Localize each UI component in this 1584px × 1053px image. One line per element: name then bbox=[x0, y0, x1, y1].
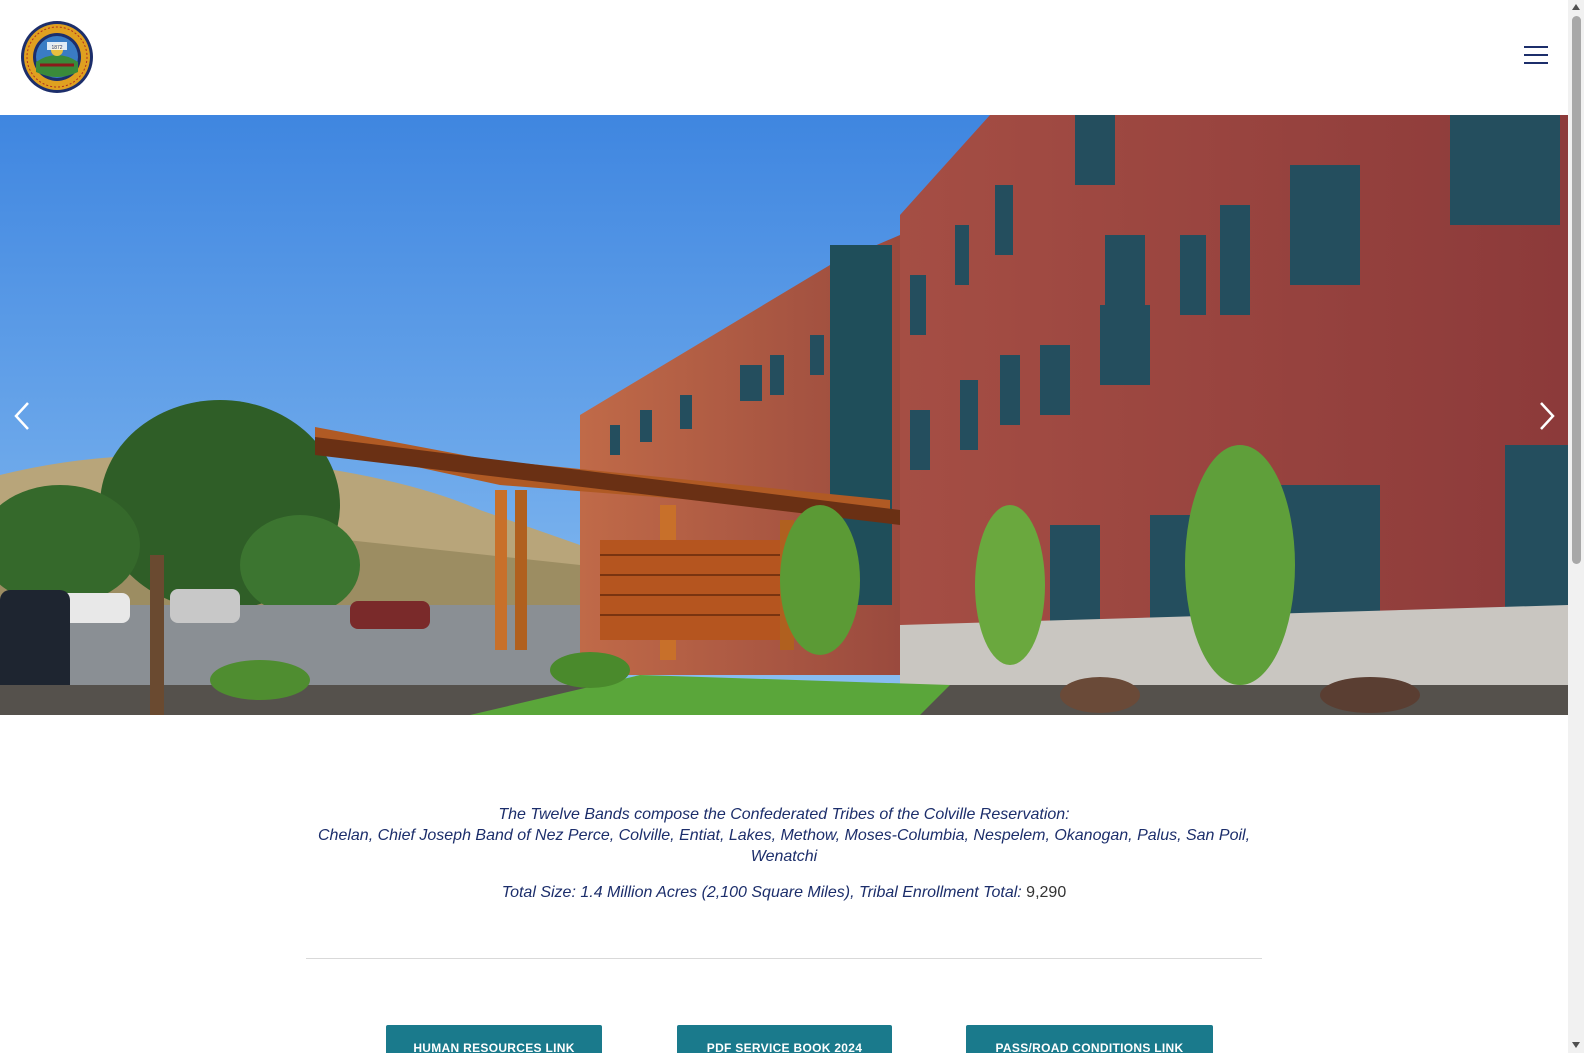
tribes-intro: The Twelve Bands compose the Confederate… bbox=[306, 804, 1262, 903]
pdf-service-book-button[interactable]: PDF SERVICE BOOK 2024 bbox=[677, 1025, 892, 1053]
menu-button[interactable] bbox=[1524, 46, 1548, 66]
chevron-right-icon bbox=[1540, 402, 1555, 430]
hero-carousel[interactable] bbox=[0, 115, 1568, 715]
scroll-down-arrow-icon[interactable] bbox=[1571, 1040, 1581, 1050]
section-divider bbox=[306, 958, 1262, 959]
size-label: Total Size: 1.4 Million Acres (2,100 Squ… bbox=[501, 884, 1022, 901]
tribal-government-building-photo bbox=[0, 115, 1568, 715]
chevron-left-icon bbox=[14, 402, 29, 430]
scroll-up-arrow-icon[interactable] bbox=[1571, 2, 1581, 12]
tribal-seal-logo[interactable]: 1872 bbox=[20, 20, 94, 94]
pass-road-conditions-button[interactable]: PASS/ROAD CONDITIONS LINK bbox=[966, 1025, 1213, 1053]
intro-line-1: The Twelve Bands compose the Confederate… bbox=[498, 806, 1070, 823]
twelve-bands-list: Chelan, Chief Joseph Band of Nez Perce, … bbox=[317, 827, 1251, 865]
enrollment-total: 9,290 bbox=[1026, 884, 1067, 901]
carousel-prev-button[interactable] bbox=[10, 399, 34, 433]
human-resources-button[interactable]: HUMAN RESOURCES LINK bbox=[386, 1025, 602, 1053]
scrollbar-thumb[interactable] bbox=[1572, 16, 1581, 564]
seal-year: 1872 bbox=[51, 45, 62, 51]
hamburger-menu-icon bbox=[1524, 46, 1548, 48]
carousel-next-button[interactable] bbox=[1535, 399, 1559, 433]
reservation-size: Total Size: 1.4 Million Acres (2,100 Squ… bbox=[306, 882, 1262, 903]
site-header: 1872 bbox=[0, 0, 1568, 115]
